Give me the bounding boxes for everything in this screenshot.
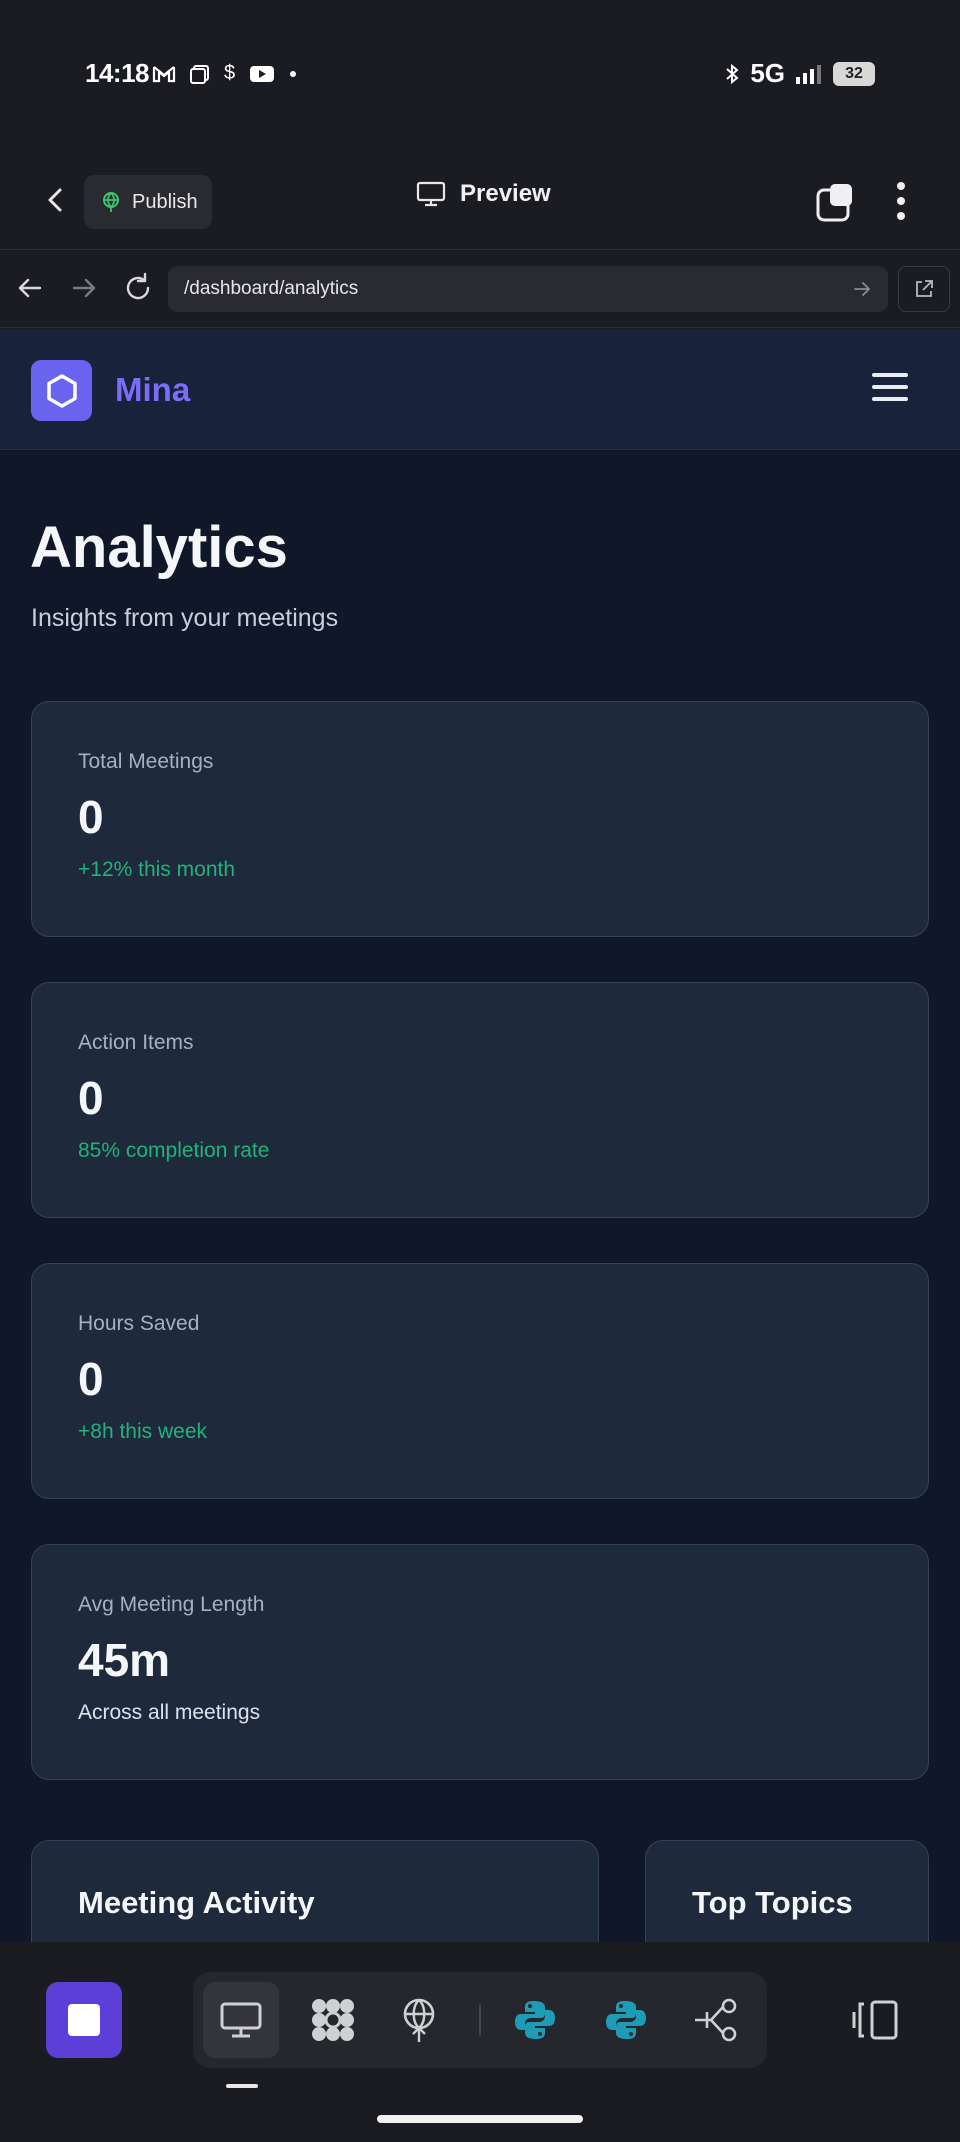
more-vertical-icon <box>897 182 905 220</box>
python-icon <box>606 2001 646 2039</box>
publish-globe-icon <box>103 192 119 212</box>
stat-label: Action Items <box>78 1031 194 1054</box>
stat-value: 0 <box>78 1353 104 1405</box>
notes-icon <box>190 64 210 84</box>
bottom-dock <box>0 1942 960 2142</box>
tabs-button[interactable] <box>815 182 855 222</box>
deploy-icon <box>403 1998 435 2042</box>
chevron-left-icon <box>48 188 62 212</box>
logo[interactable] <box>31 360 92 421</box>
panel-title: Meeting Activity <box>78 1885 315 1920</box>
home-indicator[interactable] <box>377 2115 583 2123</box>
menu-button[interactable] <box>872 373 908 405</box>
stat-card-action-items: Action Items 0 85% completion rate <box>31 982 929 1218</box>
status-bar: 14:18 $ 5G 32 <box>0 0 960 150</box>
stat-card-hours-saved: Hours Saved 0 +8h this week <box>31 1263 929 1499</box>
desktop-icon <box>220 2002 262 2038</box>
stat-card-total-meetings: Total Meetings 0 +12% this month <box>31 701 929 937</box>
menu-icon-bar <box>872 385 908 389</box>
battery-indicator: 32 <box>833 61 875 86</box>
menu-icon-bar <box>872 373 908 377</box>
stat-note: +12% this month <box>78 858 236 881</box>
preview-toggle[interactable]: Preview <box>416 180 551 208</box>
python-tool-button-2[interactable] <box>588 1982 664 2058</box>
stat-label: Hours Saved <box>78 1312 200 1335</box>
youtube-icon <box>249 64 275 84</box>
meeting-activity-panel: Meeting Activity <box>31 1840 599 1942</box>
stat-value: 0 <box>78 791 104 843</box>
stat-value: 45m <box>78 1634 171 1686</box>
publish-button[interactable]: Publish <box>84 175 212 229</box>
url-text: /dashboard/analytics <box>184 278 359 299</box>
python-tool-button-1[interactable] <box>497 1982 573 2058</box>
web-page: Mina Analytics Insights from your meetin… <box>0 329 960 1942</box>
hexagon-logo-icon <box>46 373 77 408</box>
app-toolbar: Publish Preview <box>0 150 960 250</box>
stop-icon <box>68 2004 100 2036</box>
apps-grid-button[interactable] <box>295 1982 371 2058</box>
share-graph-icon <box>695 1998 737 2042</box>
reload-icon <box>126 272 150 300</box>
external-link-icon <box>916 280 933 297</box>
more-options-button[interactable] <box>886 178 916 224</box>
panel-title: Top Topics <box>692 1885 853 1920</box>
deploy-button[interactable] <box>381 1982 457 2058</box>
dot-icon <box>289 70 297 78</box>
stat-label: Total Meetings <box>78 750 214 773</box>
stat-note: 85% completion rate <box>78 1139 270 1162</box>
dock-divider <box>479 2004 481 2036</box>
arrow-right-icon <box>72 278 96 298</box>
desktop-view-button[interactable] <box>203 1982 279 2058</box>
stat-value: 0 <box>78 1072 104 1124</box>
browser-back-button[interactable] <box>12 270 48 306</box>
top-topics-panel: Top Topics <box>645 1840 929 1942</box>
panel-toggle-button[interactable] <box>850 1998 900 2042</box>
active-tab-indicator <box>226 2084 258 2088</box>
status-notification-icons: $ <box>152 62 297 85</box>
browser-forward-button[interactable] <box>66 270 102 306</box>
page-subtitle: Insights from your meetings <box>31 604 339 632</box>
python-icon <box>515 2001 555 2039</box>
brand-name[interactable]: Mina <box>115 371 190 409</box>
url-input[interactable]: /dashboard/analytics <box>168 266 888 312</box>
stat-note: Across all meetings <box>78 1701 261 1724</box>
panel-toggle-icon <box>852 2000 898 2040</box>
monitor-icon <box>416 181 446 207</box>
arrow-left-icon <box>18 278 42 298</box>
site-header: Mina <box>0 329 960 450</box>
reload-button[interactable] <box>120 270 156 306</box>
apps-grid-icon <box>312 1999 354 2041</box>
go-arrow-icon[interactable] <box>852 279 872 299</box>
tabs-icon <box>816 184 852 222</box>
stat-label: Avg Meeting Length <box>78 1593 265 1616</box>
status-system-icons: 5G 32 <box>724 58 875 89</box>
page-title: Analytics <box>30 515 288 580</box>
status-time: 14:18 <box>85 58 150 88</box>
network-type: 5G <box>750 58 785 88</box>
stop-button[interactable] <box>46 1982 122 2058</box>
stat-note: +8h this week <box>78 1420 207 1443</box>
stat-card-avg-meeting-length: Avg Meeting Length 45m Across all meetin… <box>31 1544 929 1780</box>
gmail-icon <box>152 64 176 84</box>
back-button[interactable] <box>36 180 76 220</box>
dock-tool-group <box>193 1972 767 2068</box>
open-external-button[interactable] <box>898 266 950 312</box>
menu-icon-bar <box>872 397 908 401</box>
dollar-icon: $ <box>224 62 236 84</box>
signal-icon <box>795 63 823 85</box>
browser-url-bar: /dashboard/analytics <box>0 250 960 328</box>
share-graph-button[interactable] <box>679 1982 755 2058</box>
bluetooth-icon <box>724 63 740 85</box>
preview-label: Preview <box>460 180 551 207</box>
publish-label: Publish <box>132 190 198 213</box>
